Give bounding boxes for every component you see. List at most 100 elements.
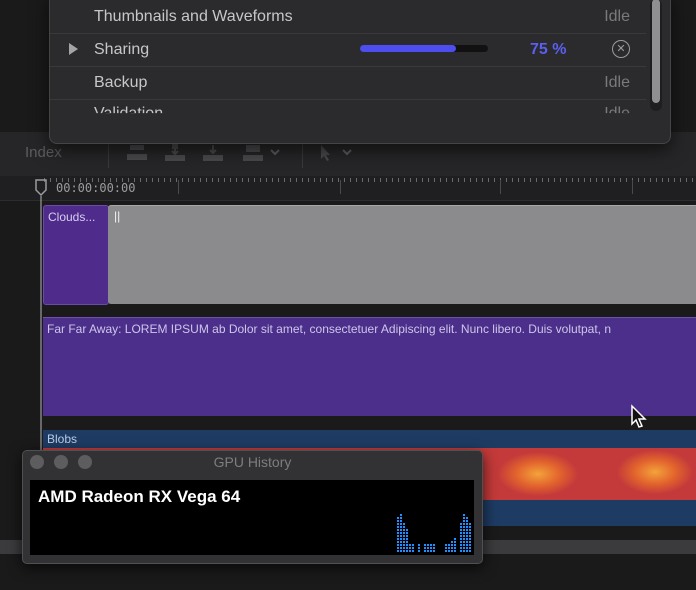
gpu-bar-segment bbox=[433, 550, 435, 552]
gpu-bar-segment bbox=[451, 544, 453, 546]
progress-fill bbox=[360, 45, 456, 52]
gpu-bar-segment bbox=[418, 547, 420, 549]
gpu-bar-segment bbox=[406, 532, 408, 534]
gpu-bar-segment bbox=[469, 532, 471, 534]
gpu-bar-segment bbox=[412, 547, 414, 549]
toolbar-divider bbox=[302, 140, 303, 168]
gpu-bar-segment bbox=[460, 529, 462, 531]
gpu-bar-segment bbox=[406, 535, 408, 537]
gpu-bar-segment bbox=[463, 520, 465, 522]
clip-blobs[interactable]: Blobs bbox=[43, 430, 696, 448]
overwrite-clip-icon[interactable] bbox=[242, 144, 264, 162]
gpu-bar-segment bbox=[463, 517, 465, 519]
ruler-ticks bbox=[44, 178, 696, 182]
gpu-bar-segment bbox=[418, 550, 420, 552]
gpu-bar-segment bbox=[460, 550, 462, 552]
gpu-bar-segment bbox=[463, 514, 465, 516]
ruler-tick bbox=[632, 180, 633, 194]
gpu-bar-segment bbox=[397, 526, 399, 528]
gpu-bar-segment bbox=[400, 547, 402, 549]
gpu-bar-segment bbox=[397, 544, 399, 546]
window-titlebar[interactable]: GPU History bbox=[23, 451, 482, 473]
task-row: Thumbnails and Waveforms Idle bbox=[50, 1, 646, 34]
gpu-bar-segment bbox=[397, 547, 399, 549]
gpu-bar-segment bbox=[466, 526, 468, 528]
gpu-bar-segment bbox=[448, 544, 450, 546]
gpu-bar-segment bbox=[403, 544, 405, 546]
gpu-bar-segment bbox=[403, 550, 405, 552]
gpu-bar-segment bbox=[412, 544, 414, 546]
gpu-name: AMD Radeon RX Vega 64 bbox=[38, 487, 241, 506]
window-title: GPU History bbox=[213, 454, 292, 470]
gpu-bar-segment bbox=[400, 517, 402, 519]
task-name: Validation bbox=[94, 105, 164, 122]
gpu-bar-segment bbox=[466, 541, 468, 543]
gpu-bar-segment bbox=[430, 547, 432, 549]
gpu-bar-segment bbox=[466, 529, 468, 531]
clip-gray[interactable]: || bbox=[108, 205, 696, 304]
gpu-bar-segment bbox=[397, 523, 399, 525]
timeline-ruler[interactable]: 00:00:00:00 bbox=[0, 176, 696, 201]
gpu-bar-segment bbox=[424, 544, 426, 546]
task-name: Thumbnails and Waveforms bbox=[94, 8, 293, 25]
gpu-bar-segment bbox=[403, 532, 405, 534]
chevron-down-icon[interactable] bbox=[340, 144, 362, 162]
gpu-bar-segment bbox=[463, 535, 465, 537]
gpu-bar-segment bbox=[466, 544, 468, 546]
insert-clip-icon[interactable] bbox=[164, 144, 186, 162]
gpu-bar-segment bbox=[430, 550, 432, 552]
append-clip-icon[interactable] bbox=[202, 144, 224, 162]
sharing-progress-bar bbox=[360, 45, 488, 52]
gpu-bar-segment bbox=[463, 526, 465, 528]
gpu-bar-segment bbox=[469, 550, 471, 552]
ruler-tick bbox=[178, 180, 179, 194]
gpu-bar-segment bbox=[397, 535, 399, 537]
gpu-bar-segment bbox=[397, 532, 399, 534]
gpu-history-graph: AMD Radeon RX Vega 64 bbox=[30, 480, 474, 555]
gpu-bar-segment bbox=[400, 523, 402, 525]
ruler-tick bbox=[340, 180, 341, 194]
select-tool-icon[interactable] bbox=[316, 144, 338, 162]
connect-clip-icon[interactable] bbox=[126, 144, 148, 162]
cancel-icon[interactable]: ✕ bbox=[612, 40, 630, 58]
scroll-thumb[interactable] bbox=[652, 0, 660, 103]
gpu-bar-segment bbox=[445, 544, 447, 546]
gpu-bar-segment bbox=[469, 547, 471, 549]
gpu-bar-segment bbox=[451, 547, 453, 549]
chevron-down-icon[interactable] bbox=[268, 144, 290, 162]
gpu-bar-segment bbox=[463, 529, 465, 531]
gpu-bar-segment bbox=[466, 523, 468, 525]
gpu-bar-segment bbox=[463, 532, 465, 534]
task-row: Validation Idle bbox=[50, 100, 646, 132]
gpu-bar-segment bbox=[454, 538, 456, 540]
clip-title[interactable]: Far Far Away: LOREM IPSUM ab Dolor sit a… bbox=[43, 317, 696, 416]
gpu-bar-segment bbox=[427, 544, 429, 546]
gpu-bar-segment bbox=[469, 535, 471, 537]
gpu-bar-segment bbox=[400, 535, 402, 537]
clip-label: Clouds... bbox=[48, 210, 96, 224]
gpu-bar-segment bbox=[403, 526, 405, 528]
index-tab[interactable]: Index bbox=[25, 144, 62, 161]
gpu-bar-segment bbox=[433, 544, 435, 546]
gpu-bar-segment bbox=[469, 538, 471, 540]
gpu-bar-segment bbox=[400, 526, 402, 528]
gpu-bar-segment bbox=[400, 541, 402, 543]
gpu-bar-segment bbox=[400, 520, 402, 522]
task-row: Sharing 75 % ✕ bbox=[50, 34, 646, 67]
gpu-bar-segment bbox=[406, 547, 408, 549]
gpu-bar-segment bbox=[400, 529, 402, 531]
clip-clouds[interactable]: Clouds... bbox=[43, 205, 109, 305]
gpu-bar-segment bbox=[400, 532, 402, 534]
gpu-bar-segment bbox=[460, 541, 462, 543]
gpu-bar-segment bbox=[451, 550, 453, 552]
gpu-bar-segment bbox=[463, 538, 465, 540]
gpu-bar-segment bbox=[409, 550, 411, 552]
gpu-bar-segment bbox=[427, 547, 429, 549]
gpu-bar-segment bbox=[466, 535, 468, 537]
mouse-pointer-icon bbox=[631, 404, 647, 428]
disclosure-triangle-icon[interactable] bbox=[69, 43, 78, 55]
gpu-bar-segment bbox=[406, 529, 408, 531]
gpu-bar-segment bbox=[397, 550, 399, 552]
playhead-icon[interactable] bbox=[34, 179, 48, 197]
panel-scrollbar[interactable] bbox=[650, 0, 662, 111]
